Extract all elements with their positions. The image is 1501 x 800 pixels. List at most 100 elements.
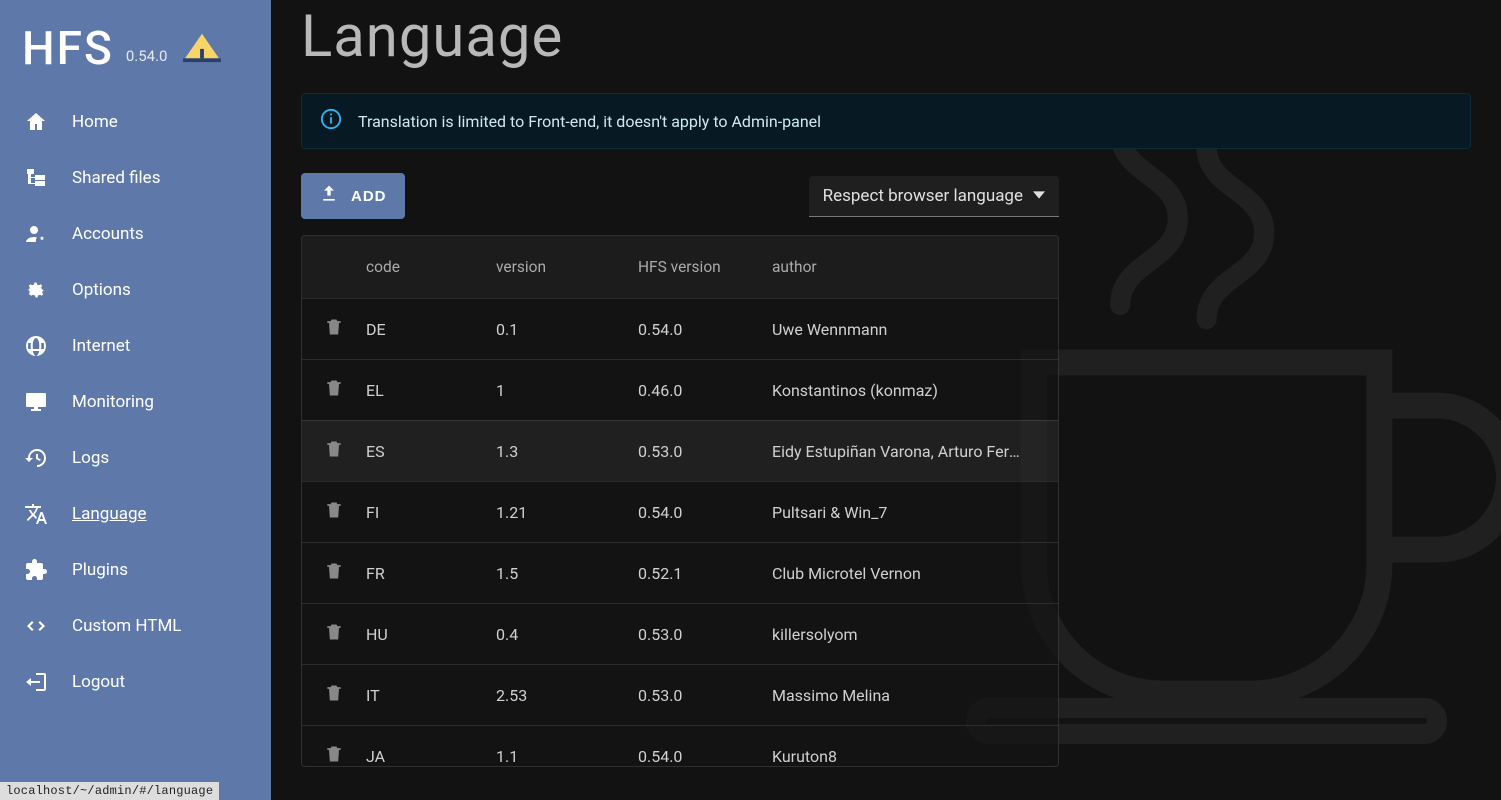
info-icon	[320, 108, 342, 134]
table-row[interactable]: EL10.46.0Konstantinos (konmaz)	[302, 359, 1058, 420]
header-version: version	[496, 258, 638, 276]
table-header: code version HFS version author	[302, 236, 1058, 298]
cell-version: 1.1	[496, 747, 638, 766]
sidebar-item-label: Accounts	[72, 224, 144, 244]
monitor-icon	[22, 390, 50, 414]
cell-code: EL	[366, 381, 496, 400]
cell-version: 0.4	[496, 625, 638, 644]
cell-author: Pultsari & Win_7	[772, 503, 1058, 522]
sidebar-item-logout[interactable]: Logout	[14, 654, 271, 710]
info-alert: Translation is limited to Front-end, it …	[301, 93, 1471, 149]
sidebar-item-shared-files[interactable]: Shared files	[14, 150, 271, 206]
delete-icon[interactable]	[324, 377, 344, 403]
table-row[interactable]: FR1.50.52.1Club Microtel Vernon	[302, 542, 1058, 603]
sidebar-item-monitoring[interactable]: Monitoring	[14, 374, 271, 430]
table-row[interactable]: HU0.40.53.0killersolyom	[302, 603, 1058, 664]
main-content: Language Translation is limited to Front…	[271, 0, 1501, 800]
sidebar-item-accounts[interactable]: Accounts	[14, 206, 271, 262]
home-icon	[22, 110, 50, 134]
select-label: Respect browser language	[823, 186, 1023, 206]
cell-hfs-version: 0.54.0	[638, 320, 772, 339]
puzzle-icon	[22, 558, 50, 582]
cell-version: 1.3	[496, 442, 638, 461]
cell-author: Kuruton8	[772, 747, 1058, 766]
account-cog-icon	[22, 222, 50, 246]
logout-icon	[22, 670, 50, 694]
cell-version: 1.21	[496, 503, 638, 522]
cell-version: 1	[496, 381, 638, 400]
delete-icon[interactable]	[324, 682, 344, 708]
brand-block: HFS 0.54.0	[0, 8, 271, 94]
delete-icon[interactable]	[324, 499, 344, 525]
sidebar-item-plugins[interactable]: Plugins	[14, 542, 271, 598]
languages-table: code version HFS version author DE0.10.5…	[301, 235, 1059, 767]
sidebar-item-label: Language	[72, 504, 147, 524]
cell-code: FR	[366, 564, 496, 583]
sidebar-item-label: Shared files	[72, 168, 160, 188]
cell-code: IT	[366, 686, 496, 705]
add-button-label: ADD	[351, 188, 387, 205]
table-row[interactable]: DE0.10.54.0Uwe Wennmann	[302, 298, 1058, 359]
sidebar-item-label: Monitoring	[72, 392, 154, 412]
header-code: code	[366, 258, 496, 276]
sidebar-item-language[interactable]: Language	[14, 486, 271, 542]
header-hfs-version: HFS version	[638, 258, 772, 276]
add-button[interactable]: ADD	[301, 173, 405, 219]
table-row[interactable]: IT2.530.53.0Massimo Melina	[302, 664, 1058, 725]
delete-icon[interactable]	[324, 621, 344, 647]
cell-code: FI	[366, 503, 496, 522]
brand-version: 0.54.0	[126, 47, 168, 65]
sidebar-item-label: Options	[72, 280, 131, 300]
cell-code: DE	[366, 320, 496, 339]
cell-hfs-version: 0.53.0	[638, 442, 772, 461]
sidebar-item-label: Logout	[72, 672, 125, 692]
globe-icon	[22, 334, 50, 358]
table-row[interactable]: FI1.210.54.0Pultsari & Win_7	[302, 481, 1058, 542]
cell-hfs-version: 0.52.1	[638, 564, 772, 583]
sidebar-item-label: Custom HTML	[72, 616, 181, 636]
delete-icon[interactable]	[324, 560, 344, 586]
delete-icon[interactable]	[324, 316, 344, 342]
sidebar-item-home[interactable]: Home	[14, 94, 271, 150]
sidebar-item-label: Home	[72, 112, 118, 132]
delete-icon[interactable]	[324, 743, 344, 766]
cell-version: 0.1	[496, 320, 638, 339]
cell-hfs-version: 0.54.0	[638, 503, 772, 522]
sidebar-item-options[interactable]: Options	[14, 262, 271, 318]
page-title: Language	[301, 0, 1471, 93]
code-icon	[22, 614, 50, 638]
chevron-down-icon	[1033, 186, 1045, 206]
sidebar-item-label: Internet	[72, 336, 130, 356]
cell-author: Uwe Wennmann	[772, 320, 1058, 339]
upload-icon	[319, 184, 339, 208]
sidebar: HFS 0.54.0 Home Shared files Accounts Optio…	[0, 0, 271, 800]
sidebar-item-label: Plugins	[72, 560, 128, 580]
cell-hfs-version: 0.53.0	[638, 625, 772, 644]
cell-author: Eidy Estupiñan Varona, Arturo Fernández	[772, 442, 1058, 461]
cell-hfs-version: 0.46.0	[638, 381, 772, 400]
cell-version: 2.53	[496, 686, 638, 705]
cell-code: HU	[366, 625, 496, 644]
delete-icon[interactable]	[324, 438, 344, 464]
cell-hfs-version: 0.54.0	[638, 747, 772, 766]
brand-logo-icon	[183, 30, 221, 68]
table-row[interactable]: ES1.30.53.0Eidy Estupiñan Varona, Arturo…	[302, 420, 1058, 481]
brand-name: HFS	[22, 26, 114, 72]
sidebar-item-internet[interactable]: Internet	[14, 318, 271, 374]
table-row[interactable]: JA1.10.54.0Kuruton8	[302, 725, 1058, 766]
header-author: author	[772, 258, 1058, 276]
cell-code: JA	[366, 747, 496, 766]
sidebar-item-label: Logs	[72, 448, 109, 468]
tree-icon	[22, 166, 50, 190]
info-alert-text: Translation is limited to Front-end, it …	[358, 112, 821, 131]
cell-hfs-version: 0.53.0	[638, 686, 772, 705]
sidebar-item-logs[interactable]: Logs	[14, 430, 271, 486]
cell-version: 1.5	[496, 564, 638, 583]
history-icon	[22, 446, 50, 470]
gear-icon	[22, 278, 50, 302]
sidebar-item-custom-html[interactable]: Custom HTML	[14, 598, 271, 654]
cell-author: killersolyom	[772, 625, 1058, 644]
respect-browser-language-select[interactable]: Respect browser language	[809, 176, 1059, 217]
translate-icon	[22, 502, 50, 526]
cell-author: Club Microtel Vernon	[772, 564, 1058, 583]
